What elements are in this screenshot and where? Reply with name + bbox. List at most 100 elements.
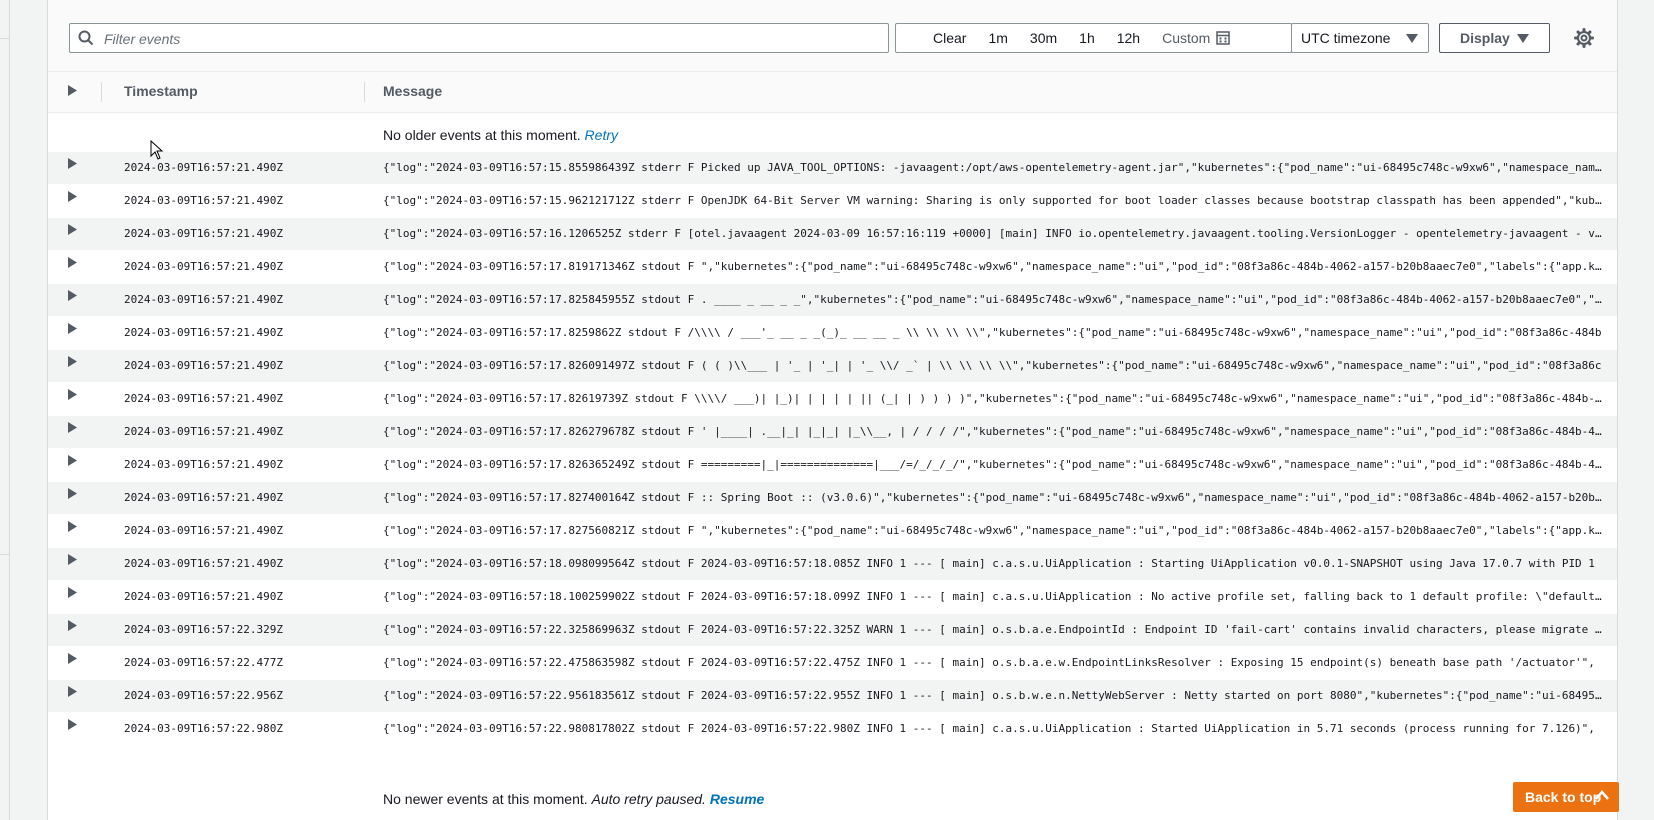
retry-link[interactable]: Retry [585,127,618,143]
event-message: {"log":"2024-03-09T16:57:17.826279678Z s… [383,425,1603,438]
custom-range-button[interactable]: Custom [1151,24,1238,52]
log-event-row[interactable]: 2024-03-09T16:57:21.490Z {"log":"2024-03-… [48,251,1617,284]
expand-row-icon[interactable] [68,554,77,565]
event-message: {"log":"2024-03-09T16:57:17.827560821Z s… [383,524,1603,537]
expand-row-icon[interactable] [68,224,77,235]
event-timestamp: 2024-03-09T16:57:21.490Z [124,227,283,240]
filter-events-box[interactable] [69,23,889,54]
event-timestamp: 2024-03-09T16:57:21.490Z [124,293,283,306]
column-header-message[interactable]: Message [383,83,442,99]
expand-row-icon[interactable] [68,323,77,334]
calendar-icon [1216,31,1231,45]
log-event-row[interactable]: 2024-03-09T16:57:21.490Z {"log":"2024-03-… [48,548,1617,581]
event-message: {"log":"2024-03-09T16:57:18.100259902Z s… [383,590,1603,603]
expand-row-icon[interactable] [68,587,77,598]
event-timestamp: 2024-03-09T16:57:21.490Z [124,425,283,438]
event-timestamp: 2024-03-09T16:57:22.956Z [124,689,283,702]
expand-row-icon[interactable] [68,422,77,433]
log-events-panel: Clear 1m 30m 1h 12h Custom UTC timezone [47,0,1618,820]
log-event-row[interactable]: 2024-03-09T16:57:21.490Z {"log":"2024-03-… [48,317,1617,350]
display-label: Display [1460,30,1510,46]
log-event-row[interactable]: 2024-03-09T16:57:21.490Z {"log":"2024-03-… [48,515,1617,548]
log-event-row[interactable]: 2024-03-09T16:57:21.490Z {"log":"2024-03-… [48,218,1617,251]
caret-down-icon [1406,34,1418,43]
event-message: {"log":"2024-03-09T16:57:15.855986439Z s… [383,161,1603,174]
event-timestamp: 2024-03-09T16:57:22.980Z [124,722,283,735]
range-1m-button[interactable]: 1m [977,24,1018,52]
log-event-row[interactable]: 2024-03-09T16:57:22.956Z {"log":"2024-03-… [48,680,1617,713]
log-event-row[interactable]: 2024-03-09T16:57:21.490Z {"log":"2024-03-… [48,581,1617,614]
expand-all-icon[interactable] [68,85,77,96]
display-button[interactable]: Display [1439,23,1550,53]
range-30m-button[interactable]: 30m [1019,24,1068,52]
resume-link[interactable]: Resume [710,791,764,807]
event-timestamp: 2024-03-09T16:57:22.477Z [124,656,283,669]
event-message: {"log":"2024-03-09T16:57:18.098099564Z s… [383,557,1595,570]
column-header-timestamp[interactable]: Timestamp [124,83,198,99]
log-event-row[interactable]: 2024-03-09T16:57:21.490Z {"log":"2024-03-… [48,383,1617,416]
log-event-row[interactable]: 2024-03-09T16:57:22.329Z {"log":"2024-03-… [48,614,1617,647]
log-events-list: 2024-03-09T16:57:21.490Z {"log":"2024-03-… [48,152,1617,746]
event-message: {"log":"2024-03-09T16:57:15.962121712Z s… [383,194,1603,207]
expand-row-icon[interactable] [68,191,77,202]
log-event-row[interactable]: 2024-03-09T16:57:21.490Z {"log":"2024-03-… [48,449,1617,482]
settings-gear-icon[interactable] [1574,28,1594,48]
event-timestamp: 2024-03-09T16:57:21.490Z [124,557,283,570]
expand-row-icon[interactable] [68,356,77,367]
clear-button[interactable]: Clear [896,24,977,52]
event-message: {"log":"2024-03-09T16:57:22.980817802Z s… [383,722,1595,735]
event-message: {"log":"2024-03-09T16:57:17.827400164Z s… [383,491,1603,504]
back-to-top-label: Back to top [1525,789,1602,805]
log-event-row[interactable]: 2024-03-09T16:57:21.490Z {"log":"2024-03-… [48,284,1617,317]
expand-row-icon[interactable] [68,455,77,466]
event-timestamp: 2024-03-09T16:57:21.490Z [124,359,283,372]
expand-row-icon[interactable] [68,290,77,301]
timezone-select[interactable]: UTC timezone [1291,23,1429,53]
expand-row-icon[interactable] [68,620,77,631]
older-events-text: No older events at this moment. [383,127,581,143]
column-separator [101,82,102,102]
expand-row-icon[interactable] [68,158,77,169]
expand-row-icon[interactable] [68,521,77,532]
event-timestamp: 2024-03-09T16:57:21.490Z [124,491,283,504]
event-timestamp: 2024-03-09T16:57:21.490Z [124,326,283,339]
auto-retry-status: Auto retry paused. [591,791,706,807]
custom-range-label: Custom [1162,30,1211,46]
range-1h-button[interactable]: 1h [1068,24,1106,52]
expand-row-icon[interactable] [68,686,77,697]
log-event-row[interactable]: 2024-03-09T16:57:21.490Z {"log":"2024-03-… [48,350,1617,383]
expand-row-icon[interactable] [68,653,77,664]
column-separator[interactable] [364,82,365,102]
event-message: {"log":"2024-03-09T16:57:17.825845955Z s… [383,293,1603,306]
expand-row-icon[interactable] [68,257,77,268]
chevron-up-icon [1595,790,1609,800]
log-event-row[interactable]: 2024-03-09T16:57:21.490Z {"log":"2024-03-… [48,416,1617,449]
expand-row-icon[interactable] [68,488,77,499]
range-12h-button[interactable]: 12h [1106,24,1151,52]
left-panel-divider [0,554,9,555]
back-to-top-button[interactable]: Back to top [1513,782,1619,812]
event-timestamp: 2024-03-09T16:57:21.490Z [124,524,283,537]
log-event-row[interactable]: 2024-03-09T16:57:21.490Z {"log":"2024-03-… [48,152,1617,185]
event-timestamp: 2024-03-09T16:57:21.490Z [124,194,283,207]
caret-down-icon [1517,34,1529,43]
event-message: {"log":"2024-03-09T16:57:17.82619739Z st… [383,392,1603,405]
event-message: {"log":"2024-03-09T16:57:16.1206525Z std… [383,227,1603,240]
event-message: {"log":"2024-03-09T16:57:17.826091497Z s… [383,359,1602,372]
expand-row-icon[interactable] [68,719,77,730]
timezone-label: UTC timezone [1301,30,1391,46]
filter-events-input[interactable] [102,24,876,54]
left-panel-divider [0,38,9,39]
event-message: {"log":"2024-03-09T16:57:17.819171346Z s… [383,260,1603,273]
event-timestamp: 2024-03-09T16:57:21.490Z [124,458,283,471]
log-event-row[interactable]: 2024-03-09T16:57:21.490Z {"log":"2024-03-… [48,482,1617,515]
expand-row-icon[interactable] [68,389,77,400]
event-message: {"log":"2024-03-09T16:57:17.8259862Z std… [383,326,1602,339]
newer-events-notice: No newer events at this moment. Auto ret… [48,784,1617,816]
event-message: {"log":"2024-03-09T16:57:22.956183561Z s… [383,689,1603,702]
log-event-row[interactable]: 2024-03-09T16:57:22.980Z {"log":"2024-03-… [48,713,1617,746]
log-event-row[interactable]: 2024-03-09T16:57:22.477Z {"log":"2024-03-… [48,647,1617,680]
event-message: {"log":"2024-03-09T16:57:17.826365249Z s… [383,458,1603,471]
left-panel-edge [0,0,10,820]
log-event-row[interactable]: 2024-03-09T16:57:21.490Z {"log":"2024-03-… [48,185,1617,218]
